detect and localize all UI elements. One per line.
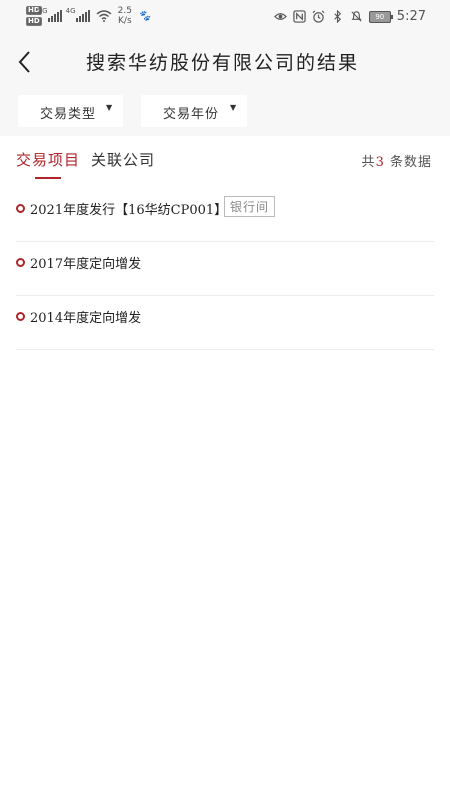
mute-icon — [351, 11, 362, 22]
hd-icon: HD — [26, 17, 42, 26]
trade-year-label: 交易年份 — [163, 107, 220, 122]
wifi-icon — [96, 10, 112, 22]
speed-unit: K/s — [118, 16, 132, 26]
count-suffix: 条数据 — [389, 155, 432, 170]
battery-level: 90 — [375, 12, 385, 21]
bullet-icon — [16, 258, 25, 267]
nfc-icon — [293, 10, 306, 23]
tab-bar: 交易项目 关联公司 共3 条数据 — [0, 136, 450, 180]
active-tab-indicator — [35, 177, 61, 179]
speed-value: 2.5 — [117, 6, 132, 16]
market-tag: 银行间 — [224, 196, 276, 217]
status-bar: HD HD 5G 4G 2.5 K/s 🐾 90 5:27 — [0, 0, 450, 36]
trade-type-dropdown[interactable]: 交易类型 ▼ — [18, 95, 123, 127]
list-item[interactable]: 2017年度定向增发 — [16, 242, 434, 296]
list-item[interactable]: 2014年度定向增发 — [16, 296, 434, 350]
count-prefix: 共 — [361, 155, 376, 170]
network-type: 4G — [65, 7, 76, 15]
item-title: 2014年度定向增发 — [30, 311, 142, 326]
battery-icon: 90 — [368, 10, 393, 23]
item-title: 2021年度发行【16华纺CP001】 — [30, 203, 228, 218]
results-panel: 交易项目 关联公司 共3 条数据 2021年度发行【16华纺CP001】 银行间… — [0, 136, 450, 800]
back-arrow-icon[interactable] — [14, 48, 38, 76]
bullet-icon — [16, 204, 25, 213]
cell-signal-icon: 4G — [66, 7, 90, 22]
tab-related-companies[interactable]: 关联公司 — [91, 149, 155, 170]
clock: 5:27 — [396, 9, 426, 24]
item-title: 2017年度定向增发 — [30, 257, 142, 272]
network-type: 5G — [37, 7, 48, 15]
status-bar-right: 90 5:27 — [273, 9, 426, 24]
count-number: 3 — [375, 155, 385, 170]
trade-year-dropdown[interactable]: 交易年份 ▼ — [141, 95, 247, 127]
caret-down-icon: ▼ — [230, 103, 238, 112]
header: 搜索华纺股份有限公司的结果 — [0, 38, 450, 86]
cell-signal-icon: 5G — [38, 7, 62, 22]
results-list: 2021年度发行【16华纺CP001】 银行间 2017年度定向增发 2014年… — [16, 188, 434, 350]
network-speed: 2.5 K/s — [118, 6, 132, 26]
list-item[interactable]: 2021年度发行【16华纺CP001】 银行间 — [16, 188, 434, 242]
status-bar-left: HD HD 5G 4G 2.5 K/s 🐾 — [26, 6, 150, 26]
tab-trade-items[interactable]: 交易项目 — [16, 149, 80, 170]
bluetooth-icon — [334, 10, 341, 23]
page-title: 搜索华纺股份有限公司的结果 — [86, 52, 360, 74]
app-notification-icon: 🐾 — [138, 10, 151, 22]
eye-icon — [273, 13, 287, 20]
result-count: 共3 条数据 — [362, 151, 432, 170]
trade-type-label: 交易类型 — [40, 107, 97, 122]
caret-down-icon: ▼ — [106, 103, 114, 112]
bullet-icon — [16, 312, 25, 321]
alarm-icon — [312, 10, 325, 23]
